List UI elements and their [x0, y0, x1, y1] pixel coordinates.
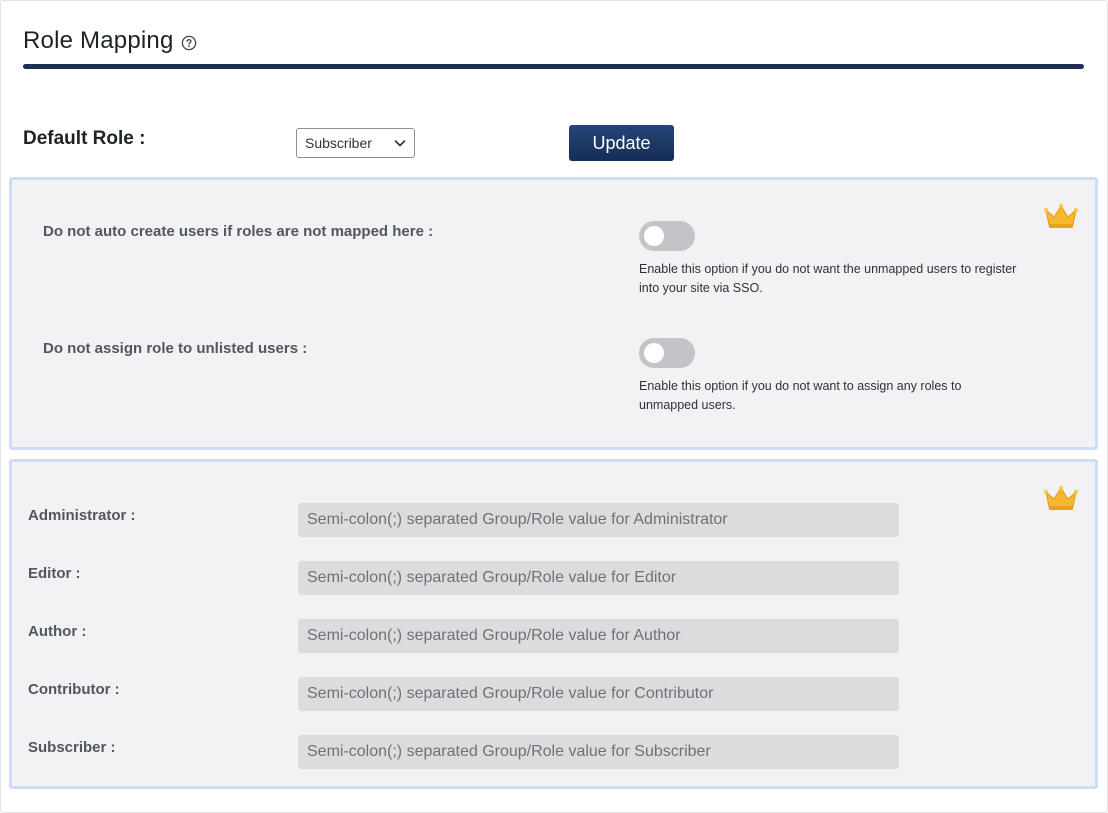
option-label-no-auto-create: Do not auto create users if roles are no… [43, 223, 434, 240]
author-label: Author : [28, 623, 87, 640]
option-description-no-auto-create: Enable this option if you do not want th… [639, 262, 1017, 295]
default-role-select[interactable]: Subscriber [296, 128, 415, 158]
contributor-role-input[interactable] [298, 677, 899, 711]
option-label-no-assign-role: Do not assign role to unlisted users : [43, 340, 308, 357]
editor-label: Editor : [28, 565, 81, 582]
no-assign-role-toggle[interactable] [639, 338, 695, 368]
page-header: Role Mapping [23, 27, 197, 55]
subscriber-label: Subscriber : [28, 739, 116, 756]
header-divider [23, 64, 1084, 69]
question-circle-icon[interactable] [181, 35, 197, 51]
premium-crown-icon [1043, 485, 1079, 510]
update-button[interactable]: Update [569, 125, 674, 161]
page-title: Role Mapping [23, 27, 174, 54]
author-role-input[interactable] [298, 619, 899, 653]
role-options-panel: Do not auto create users if roles are no… [9, 177, 1098, 450]
option-description-no-assign-role: Enable this option if you do not want to… [639, 379, 962, 412]
toggle-knob [644, 226, 664, 246]
subscriber-role-input[interactable] [298, 735, 899, 769]
editor-role-input[interactable] [298, 561, 899, 595]
toggle-knob [644, 343, 664, 363]
contributor-label: Contributor : [28, 681, 120, 698]
administrator-label: Administrator : [28, 507, 136, 524]
no-auto-create-toggle[interactable] [639, 221, 695, 251]
premium-crown-icon [1043, 203, 1079, 228]
role-mapping-page: Role Mapping Default Role : Subscriber U… [0, 0, 1108, 813]
default-role-value: Subscriber [305, 135, 372, 151]
chevron-down-icon [394, 140, 406, 147]
administrator-role-input[interactable] [298, 503, 899, 537]
default-role-label: Default Role : [23, 128, 146, 149]
role-mapping-panel: Administrator : Editor : Author : Contri… [9, 459, 1098, 789]
